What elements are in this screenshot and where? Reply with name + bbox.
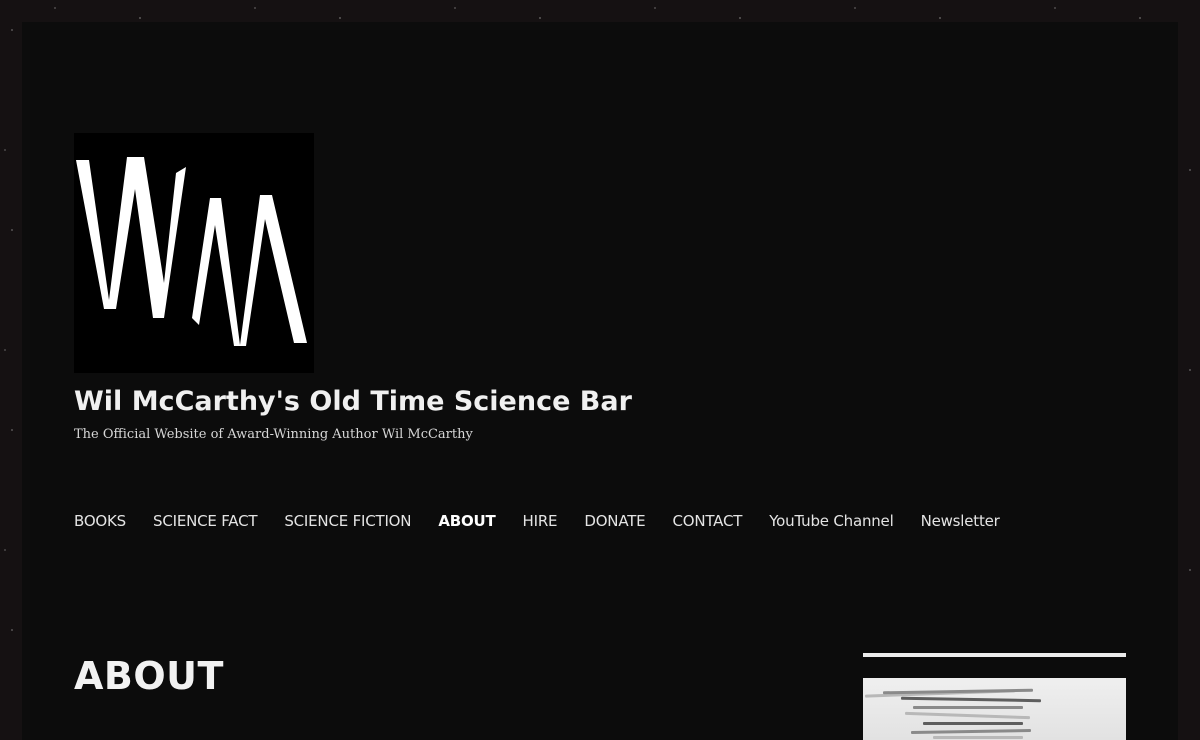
sidebar-widget-image[interactable]	[863, 678, 1126, 740]
site-logo[interactable]	[74, 133, 314, 373]
sidebar-widget-divider	[863, 653, 1126, 657]
nav-item-about[interactable]: ABOUT	[438, 512, 495, 530]
image-detail	[933, 736, 1023, 739]
nav-item-books[interactable]: BOOKS	[74, 512, 126, 530]
image-detail	[913, 706, 1023, 709]
site-container: Wil McCarthy's Old Time Science Bar The …	[22, 22, 1178, 740]
nav-item-science-fiction[interactable]: SCIENCE FICTION	[284, 512, 411, 530]
main-navigation: BOOKS SCIENCE FACT SCIENCE FICTION ABOUT…	[74, 510, 1027, 532]
nav-item-donate[interactable]: DONATE	[584, 512, 645, 530]
nav-item-newsletter[interactable]: Newsletter	[921, 512, 1000, 530]
nav-item-hire[interactable]: HIRE	[523, 512, 558, 530]
site-title[interactable]: Wil McCarthy's Old Time Science Bar	[74, 386, 632, 417]
image-detail	[904, 711, 1031, 720]
image-detail	[900, 696, 1042, 703]
image-detail	[923, 722, 1023, 725]
nav-item-youtube-channel[interactable]: YouTube Channel	[769, 512, 894, 530]
nav-item-contact[interactable]: CONTACT	[672, 512, 742, 530]
site-description: The Official Website of Award-Winning Au…	[74, 427, 473, 442]
image-detail	[910, 728, 1032, 735]
wm-logo-icon	[76, 157, 307, 346]
nav-item-science-fact[interactable]: SCIENCE FACT	[153, 512, 258, 530]
page-title: ABOUT	[74, 654, 224, 698]
